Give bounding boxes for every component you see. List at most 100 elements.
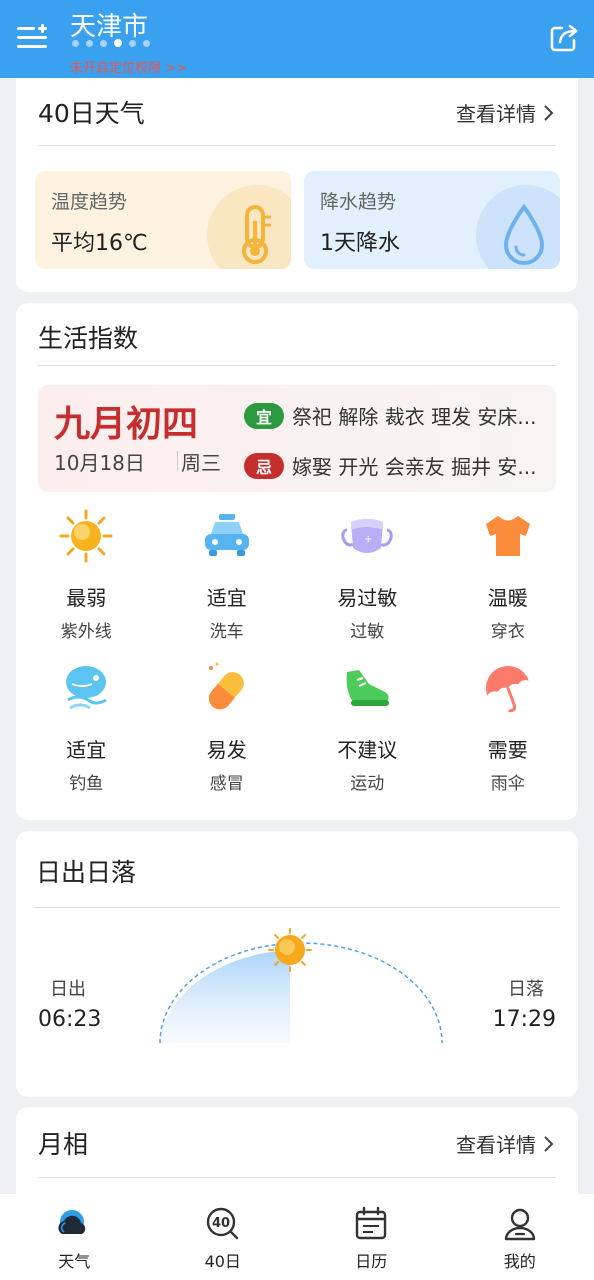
tab-weather[interactable]: 天气 [0,1194,149,1280]
index-value: 适宜 [66,738,107,762]
index-value: 易发 [206,738,247,762]
tab-label: 40日 [204,1252,241,1271]
almanac-banner[interactable]: 九月初四 10月18日 周三 宜 祭祀 解除 裁衣 理发 安床... 忌 嫁娶 … [38,385,556,492]
forecast-40-card: 40日天气 查看详情 温度趋势 平均16℃ 降水趋势 1天降水 [16,78,578,292]
more-label: 查看详情 [456,102,536,126]
chevron-right-icon [544,1135,554,1152]
life-index-card: 生活指数 九月初四 10月18日 周三 宜 祭祀 解除 裁衣 理发 安床... … [16,303,578,820]
sunrise-sunset-card: 日出日落 日出 06:23 日落 17:29 [16,831,578,1097]
tab-label: 我的 [503,1252,536,1271]
index-name: 紫外线 [60,622,112,642]
chevron-right-icon [544,104,554,121]
weekday: 周三 [181,451,221,475]
index-name: 感冒 [209,774,244,794]
index-value: 需要 [487,738,528,762]
suitable-row: 宜 祭祀 解除 裁衣 理发 安床... [244,401,556,430]
moon-phase-title: 月相 [38,1130,89,1159]
life-index-title: 生活指数 [38,324,139,353]
precipitation-trend-card[interactable]: 降水趋势 1天降水 [304,171,560,269]
avoid-row: 忌 嫁娶 开光 会亲友 掘井 安... [244,451,556,480]
index-name: 穿衣 [490,622,525,642]
divider [38,365,556,366]
page-dot [143,40,150,47]
index-value: 温暖 [487,586,528,610]
sunrise-label: 日出 [50,979,86,1000]
index-uv[interactable]: 最弱 紫外线 [16,508,157,642]
index-value: 适宜 [206,586,247,610]
profile-icon [504,1208,535,1241]
sun-path-arc [159,928,443,1044]
index-value: 易过敏 [337,586,398,610]
sneaker-icon [346,670,390,706]
sun-position-icon [268,928,312,972]
more-label: 查看详情 [456,1133,536,1157]
tab-profile[interactable]: 我的 [446,1194,594,1280]
bottom-tab-bar: 天气 40 40日 日历 我的 [0,1194,594,1280]
city-page-indicator [72,39,150,47]
life-index-grid: 最弱 紫外线 适宜 洗车 + 易过敏 过敏 温暖 穿衣 适宜 钓鱼 易发 感冒 … [16,508,578,794]
sunrise-time: 06:23 [38,1007,102,1032]
avoid-badge: 忌 [244,452,284,479]
divider [177,451,178,471]
temperature-trend-label: 温度趋势 [51,191,128,213]
thermometer-icon [242,205,271,264]
index-car-wash[interactable]: 适宜 洗车 [157,508,298,642]
tab-label: 日历 [355,1252,388,1271]
page-dot [72,40,79,47]
index-umbrella[interactable]: 需要 雨伞 [438,660,579,794]
suitable-badge: 宜 [244,402,284,429]
lunar-date: 九月初四 [54,403,199,445]
index-name: 雨伞 [490,774,525,794]
page-dot-active [114,39,122,47]
sunset-time: 17:29 [492,1007,556,1032]
tab-label: 天气 [58,1252,91,1271]
index-value: 最弱 [66,586,107,610]
forecast-40-more-link[interactable]: 查看详情 [456,98,554,127]
suitable-text: 祭祀 解除 裁衣 理发 安床... [292,405,537,429]
mask-icon: + [341,519,393,553]
avoid-text: 嫁娶 开光 会亲友 掘井 安... [292,455,537,479]
cloud-weather-icon [58,1210,86,1234]
calendar-icon [356,1206,387,1240]
index-dressing[interactable]: 温暖 穿衣 [438,508,579,642]
temperature-trend-card[interactable]: 温度趋势 平均16℃ [35,171,291,269]
forecast-40-title: 40日天气 [38,99,145,128]
city-name[interactable]: 天津市 [70,6,148,43]
sunset-label: 日落 [508,979,544,1000]
sun-uv-icon [59,509,113,563]
sunrise-sunset-title: 日出日落 [36,858,137,887]
share-icon[interactable] [548,22,580,54]
location-permission-tip[interactable]: 未开启定位权限 >> [70,57,187,76]
index-value: 不建议 [337,738,398,762]
tab-40-day[interactable]: 40 40日 [149,1194,298,1280]
fish-icon [66,666,108,710]
index-name: 钓鱼 [69,774,104,794]
svg-text:+: + [364,534,372,545]
index-name: 运动 [350,774,385,794]
index-name: 过敏 [350,622,385,642]
pill-icon [208,662,244,710]
moon-phase-more-link[interactable]: 查看详情 [456,1129,554,1158]
index-cold[interactable]: 易发 感冒 [157,660,298,794]
page-dot [100,40,107,47]
tab-calendar[interactable]: 日历 [297,1194,446,1280]
tshirt-icon [485,516,530,556]
car-wash-icon [204,514,249,556]
city-manage-icon[interactable] [14,22,50,54]
water-drop-icon [503,203,545,265]
divider [38,1177,556,1178]
top-bar: 天津市 未开启定位权限 >> [0,0,594,78]
index-name: 洗车 [209,622,244,642]
index-sport[interactable]: 不建议 运动 [297,660,438,794]
temperature-trend-value: 平均16℃ [51,231,148,256]
precipitation-trend-label: 降水趋势 [320,191,397,213]
page-dot [129,40,136,47]
svg-text:40: 40 [212,1216,230,1231]
index-allergy[interactable]: + 易过敏 过敏 [297,508,438,642]
umbrella-icon [485,666,529,713]
page-dot [86,40,93,47]
divider [38,145,556,146]
forty-day-icon: 40 [206,1207,238,1240]
index-fishing[interactable]: 适宜 钓鱼 [16,660,157,794]
precipitation-trend-value: 1天降水 [320,231,400,256]
